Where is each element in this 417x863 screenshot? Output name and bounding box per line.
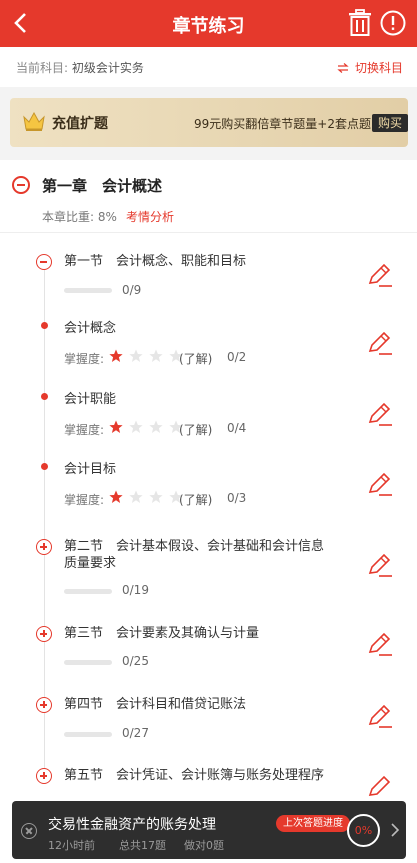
resume-progress-bar[interactable]: 交易性金融资产的账务处理 12小时前 总共17题 做对0题 上次答题进度 0%: [12, 801, 406, 859]
progress-ring[interactable]: 0%: [347, 814, 380, 847]
mastery-label: 掌握度:: [64, 423, 105, 437]
section-title: 第一节 会计概念、职能和目标: [64, 254, 247, 269]
star-icon: [109, 349, 123, 362]
expand-section-icon[interactable]: [36, 539, 52, 555]
section-row[interactable]: 第一节 会计概念、职能和目标 0/9: [0, 250, 417, 310]
star-icon: [129, 420, 143, 433]
trash-icon[interactable]: [347, 9, 373, 37]
close-icon[interactable]: [21, 823, 37, 839]
vip-banner[interactable]: 充值扩题 99元购买翻倍章节题量+2套点题 购买: [10, 98, 408, 147]
progress-bar: [64, 589, 112, 594]
section-row[interactable]: 第五节 会计凭证、会计账簿与账务处理程序: [0, 766, 417, 800]
divider: [0, 232, 417, 233]
section-row[interactable]: 第四节 会计科目和借贷记账法 0/27: [0, 695, 417, 745]
last-topic-title: 交易性金融资产的账务处理: [48, 817, 216, 833]
current-subject: 当前科目: 初级会计实务: [16, 59, 144, 76]
edit-icon[interactable]: [367, 401, 393, 427]
section-progress: 0/9: [122, 283, 142, 297]
mastery-level: (了解): [179, 493, 213, 507]
correct-count: 做对0题: [184, 839, 224, 852]
mastery-label: 掌握度:: [64, 493, 105, 507]
last-time: 12小时前: [48, 839, 95, 852]
edit-icon[interactable]: [367, 631, 393, 657]
edit-icon[interactable]: [367, 552, 393, 578]
star-icon: [149, 349, 163, 362]
subject-bar: 当前科目: 初级会计实务 切换科目: [0, 47, 417, 87]
crown-icon: [23, 112, 45, 131]
section-progress: 0/19: [122, 583, 149, 597]
progress-bar: [64, 288, 112, 293]
section-row[interactable]: 第三节 会计要素及其确认与计量 0/25: [0, 624, 417, 674]
progress-bar: [64, 660, 112, 665]
section-title: 第四节 会计科目和借贷记账法: [64, 697, 247, 712]
section-progress: 0/25: [122, 654, 149, 668]
section-row[interactable]: 第二节 会计基本假设、会计基础和会计信息 质量要求 0/19: [0, 536, 417, 602]
vip-description: 99元购买翻倍章节题量+2套点题: [194, 117, 371, 131]
collapse-section-icon[interactable]: [36, 254, 52, 270]
point-title: 会计职能: [64, 392, 117, 407]
knowledge-point-row[interactable]: 会计目标 掌握度: (了解) 0/3: [0, 459, 417, 519]
section-title: 第五节 会计凭证、会计账簿与账务处理程序: [64, 768, 325, 783]
point-progress: 0/4: [227, 421, 247, 435]
chapter-title[interactable]: 第一章 会计概述: [42, 175, 162, 196]
edit-icon[interactable]: [367, 330, 393, 356]
section-title-line-1: 第二节 会计基本假设、会计基础和会计信息: [64, 539, 325, 554]
mastery-stars: [109, 490, 183, 504]
app-header: 章节练习: [0, 0, 417, 47]
section-title: 第三节 会计要素及其确认与计量: [64, 626, 260, 641]
switch-subject-button[interactable]: 切换科目: [337, 59, 403, 76]
edit-icon[interactable]: [367, 471, 393, 497]
expand-section-icon[interactable]: [36, 768, 52, 784]
buy-button[interactable]: 购买: [372, 114, 408, 132]
mastery-stars: [109, 349, 183, 363]
exam-analysis-link[interactable]: 考情分析: [126, 208, 174, 225]
point-progress: 0/2: [227, 350, 247, 364]
point-title: 会计概念: [64, 321, 117, 336]
point-dot: [41, 322, 48, 329]
expand-section-icon[interactable]: [36, 697, 52, 713]
chevron-right-icon[interactable]: [390, 823, 400, 837]
edit-icon[interactable]: [367, 262, 393, 288]
collapse-chapter-icon[interactable]: [12, 176, 30, 194]
mastery-label: 掌握度:: [64, 352, 105, 366]
progress-bar: [64, 732, 112, 737]
section-progress: 0/27: [122, 726, 149, 740]
switch-icon: [337, 62, 349, 73]
star-icon: [109, 420, 123, 433]
expand-section-icon[interactable]: [36, 626, 52, 642]
point-dot: [41, 463, 48, 470]
star-icon: [129, 349, 143, 362]
knowledge-point-row[interactable]: 会计概念 掌握度: (了解) 0/2: [0, 318, 417, 378]
switch-subject-label: 切换科目: [354, 61, 403, 75]
point-title: 会计目标: [64, 462, 117, 477]
point-dot: [41, 393, 48, 400]
current-subject-value: 初级会计实务: [71, 61, 144, 75]
total-questions: 总共17题: [119, 839, 166, 852]
vip-title: 充值扩题: [52, 116, 108, 132]
edit-icon[interactable]: [367, 703, 393, 729]
knowledge-point-row[interactable]: 会计职能 掌握度: (了解) 0/4: [0, 389, 417, 449]
edit-icon[interactable]: [367, 774, 393, 800]
current-subject-label: 当前科目:: [16, 61, 69, 75]
section-title-line-2: 质量要求: [64, 556, 117, 571]
star-icon: [109, 490, 123, 503]
last-progress-badge: 上次答题进度: [276, 815, 350, 832]
star-icon: [129, 490, 143, 503]
point-progress: 0/3: [227, 491, 247, 505]
mastery-level: (了解): [179, 423, 213, 437]
mastery-level: (了解): [179, 352, 213, 366]
star-icon: [149, 420, 163, 433]
star-icon: [149, 490, 163, 503]
chapter-weight: 本章比重: 8%: [42, 210, 117, 224]
mastery-stars: [109, 420, 183, 434]
alert-icon[interactable]: [380, 10, 406, 36]
